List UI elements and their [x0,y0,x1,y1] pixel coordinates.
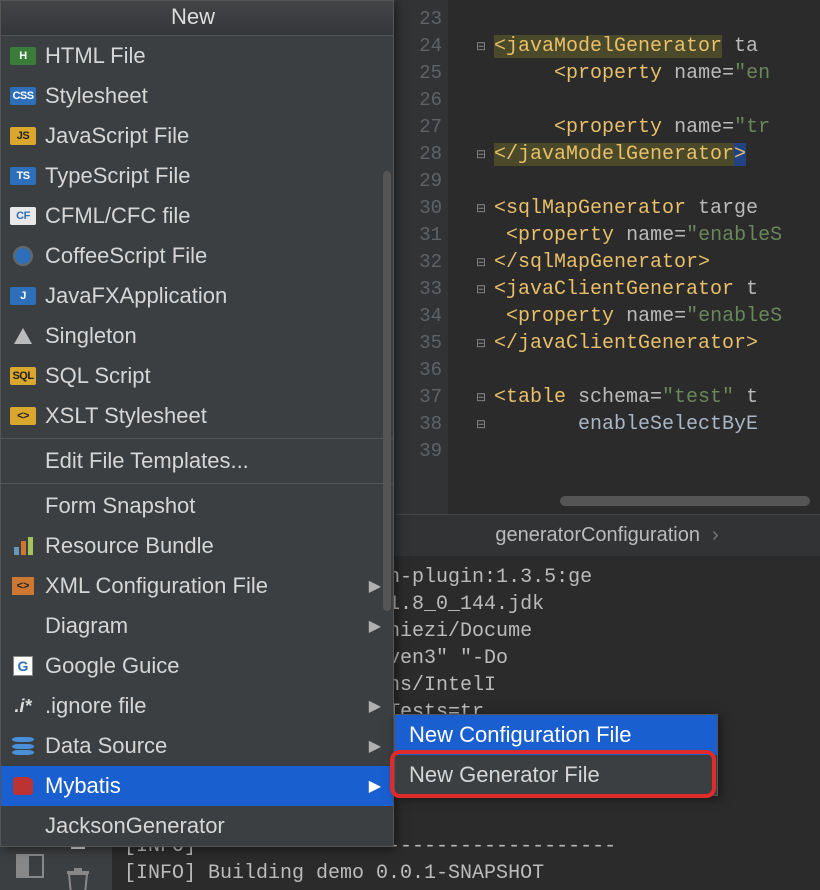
menu-item-cfml[interactable]: CF CFML/CFC file [1,196,393,236]
context-menu-body: H HTML File CSS Stylesheet JS JavaScript File… [1,36,393,846]
chevron-right-icon: ▶ [369,776,381,796]
menu-item-label: CFML/CFC file [45,203,381,229]
html-icon: H [9,43,37,69]
menu-item-coffee[interactable]: CoffeeScript File [1,236,393,276]
fold-column: ⊟ ⊟ ⊟ ⊟ ⊟ ⊟ ⊟ ⊟ [448,0,494,529]
menu-item-js[interactable]: JS JavaScript File [1,116,393,156]
fold-toggle-icon[interactable]: ⊟ [476,147,488,159]
menu-item-label: JacksonGenerator [45,813,381,839]
ignore-icon: .i* [9,693,37,719]
chevron-right-icon: ▶ [369,576,381,596]
menu-item-label: Stylesheet [45,83,381,109]
xmlcfg-icon: <> [9,573,37,599]
ts-icon: TS [9,163,37,189]
line-number-gutter: 2324252627282930313233343536373839 [394,0,448,529]
sgl-icon [9,323,37,349]
menu-item-diag[interactable]: Diagram ▶ [1,606,393,646]
menu-item-sgl[interactable]: Singleton [1,316,393,356]
diag-icon [9,613,37,639]
fx-icon: J [9,283,37,309]
submenu-item-new-cfg[interactable]: New Configuration File [395,715,717,755]
menu-item-xslt[interactable]: <> XSLT Stylesheet [1,396,393,436]
menu-item-label: Singleton [45,323,381,349]
menu-item-tpl[interactable]: Edit File Templates... [1,441,393,481]
editor-horizontal-scrollbar[interactable] [560,496,810,506]
breadcrumb-bar[interactable]: generatorConfiguration › [394,514,820,556]
fold-toggle-icon[interactable]: ⊟ [476,201,488,213]
menu-item-label: Data Source [45,733,363,759]
guice-icon: G [9,653,37,679]
fold-toggle-icon[interactable]: ⊟ [476,390,488,402]
chevron-right-icon: › [712,524,719,547]
js-icon: JS [9,123,37,149]
menu-item-label: XSLT Stylesheet [45,403,381,429]
menu-item-label: HTML File [45,43,381,69]
menu-item-label: JavaScript File [45,123,381,149]
cfml-icon: CF [9,203,37,229]
jack-icon [9,813,37,839]
menu-item-html[interactable]: H HTML File [1,36,393,76]
sql-icon: SQL [9,363,37,389]
res-icon [9,533,37,559]
menu-item-ds[interactable]: Data Source ▶ [1,726,393,766]
editor-area[interactable]: 2324252627282930313233343536373839 ⊟⊟⊟⊟⊟… [394,0,820,530]
fold-toggle-icon[interactable]: ⊟ [476,417,488,429]
menu-item-label: Google Guice [45,653,381,679]
ds-icon [9,733,37,759]
context-menu-new[interactable]: New H HTML File CSS Stylesheet JS JavaScript … [0,0,394,847]
menu-item-sql[interactable]: SQL SQL Script [1,356,393,396]
fold-toggle-icon[interactable]: ⊟ [476,255,488,267]
menu-item-label: Mybatis [45,773,363,799]
menu-item-guice[interactable]: G Google Guice [1,646,393,686]
chevron-right-icon: ▶ [369,736,381,756]
layout-icon[interactable] [8,846,52,886]
menu-item-myb[interactable]: Mybatis ▶ [1,766,393,806]
context-menu-scrollbar[interactable] [383,171,391,611]
fold-toggle-icon[interactable]: ⊟ [476,282,488,294]
trash-icon[interactable] [56,862,100,890]
chevron-right-icon: ▶ [369,696,381,716]
submenu-item-new-gen[interactable]: New Generator File [395,755,717,795]
css-icon: CSS [9,83,37,109]
fold-toggle-icon[interactable]: ⊟ [476,336,488,348]
menu-item-ts[interactable]: TS TypeScript File [1,156,393,196]
myb-icon [9,773,37,799]
menu-item-label: Resource Bundle [45,533,381,559]
menu-item-fx[interactable]: J JavaFXApplication [1,276,393,316]
menu-item-label: SQL Script [45,363,381,389]
menu-item-css[interactable]: CSS Stylesheet [1,76,393,116]
menu-item-label: Form Snapshot [45,493,381,519]
menu-item-res[interactable]: Resource Bundle [1,526,393,566]
menu-item-label: XML Configuration File [45,573,363,599]
menu-item-ignore[interactable]: .i* .ignore file ▶ [1,686,393,726]
menu-item-label: JavaFXApplication [45,283,381,309]
menu-item-label: CoffeeScript File [45,243,381,269]
menu-item-label: .ignore file [45,693,363,719]
menu-item-jack[interactable]: JacksonGenerator [1,806,393,846]
context-menu-title: New [1,1,393,36]
menu-item-xmlcfg[interactable]: <> XML Configuration File ▶ [1,566,393,606]
menu-item-label: Edit File Templates... [45,448,381,474]
submenu-mybatis[interactable]: New Configuration FileNew Generator File [394,714,718,796]
tpl-icon [9,448,37,474]
menu-item-label: Diagram [45,613,363,639]
fold-toggle-icon[interactable]: ⊟ [476,39,488,51]
chevron-right-icon: ▶ [369,616,381,636]
menu-item-label: TypeScript File [45,163,381,189]
coffee-icon [9,243,37,269]
code-content[interactable]: <javaModelGenerator ta <property name="e… [494,6,820,465]
xslt-icon: <> [9,403,37,429]
breadcrumb-item[interactable]: generatorConfiguration [495,524,700,547]
snap-icon [9,493,37,519]
menu-item-snap[interactable]: Form Snapshot [1,486,393,526]
